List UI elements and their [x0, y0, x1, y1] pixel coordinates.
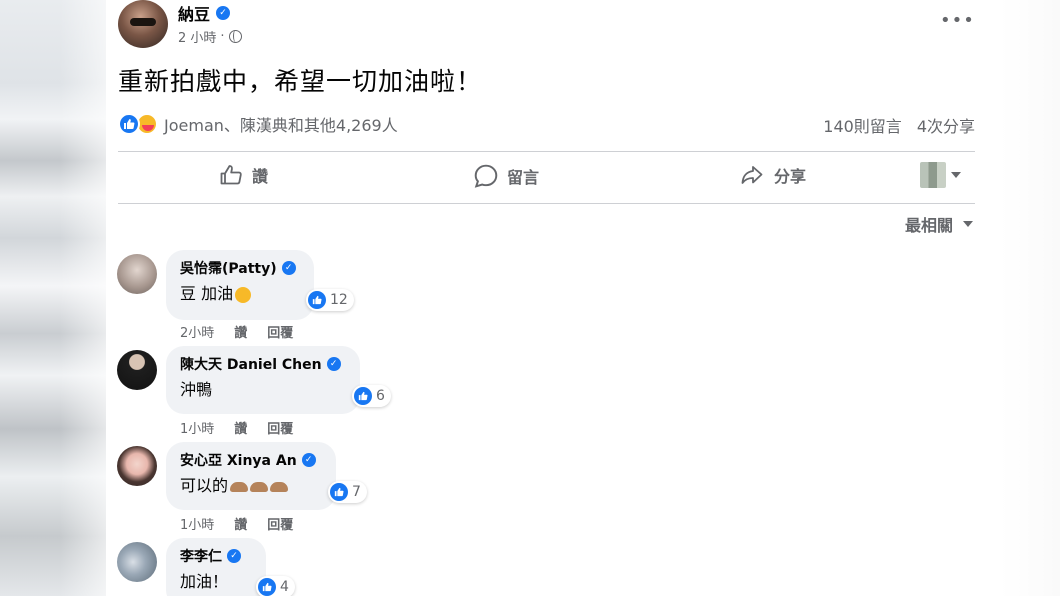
reaction-summary[interactable]: Joeman、陳漢典和其他4,269人 — [118, 112, 398, 136]
share-button[interactable]: 分享 — [738, 163, 806, 187]
like-reaction-icon — [308, 291, 326, 309]
comment-actions: 1小時 讚 回覆 — [180, 514, 293, 533]
bow-emoji-icon — [250, 481, 269, 492]
shares-count[interactable]: 4次分享 — [917, 113, 975, 137]
post-counts: 140則留言 4次分享 — [823, 113, 975, 137]
like-reaction-icon — [330, 483, 348, 501]
meta-dot: · — [220, 29, 225, 44]
comment-like-count: 6 — [376, 388, 385, 404]
like-label: 讚 — [252, 167, 269, 186]
comment-actions: 2小時 讚 回覆 — [180, 322, 293, 341]
divider — [118, 151, 975, 152]
comment-reply-button[interactable]: 回覆 — [267, 322, 293, 341]
comment-time[interactable]: 2小時 — [180, 322, 214, 341]
bow-emoji-icon — [270, 481, 289, 492]
author-avatar[interactable] — [118, 0, 168, 48]
comment-bubble: 吳怡霈(Patty) ✓ 豆 加油 — [166, 250, 314, 320]
comment-reactions[interactable]: 4 — [256, 576, 295, 596]
commenter-name[interactable]: 陳大天 Daniel Chen — [180, 354, 322, 374]
comment-bubble: 陳大天 Daniel Chen ✓ 沖鴨 — [166, 346, 360, 414]
bow-emoji-icon — [230, 481, 249, 492]
like-reaction-icon — [118, 113, 140, 135]
comment-time[interactable]: 1小時 — [180, 418, 214, 437]
comment-like-button[interactable]: 讚 — [234, 322, 247, 341]
share-icon — [741, 166, 763, 184]
share-label: 分享 — [774, 167, 807, 186]
comments-count[interactable]: 140則留言 — [823, 113, 902, 137]
commenter-avatar[interactable] — [117, 350, 157, 390]
comment-icon — [474, 164, 498, 188]
post-meta: 2 小時 · — [178, 27, 242, 46]
comment-actions: 1小時 讚 回覆 — [180, 418, 293, 437]
globe-icon — [228, 30, 242, 43]
author-name[interactable]: 納豆 — [178, 1, 210, 25]
post-time[interactable]: 2 小時 — [178, 27, 216, 46]
comment-reactions[interactable]: 6 — [352, 385, 391, 407]
verified-icon: ✓ — [227, 549, 241, 563]
caret-down-icon — [963, 221, 973, 227]
comment-text: 沖鴨 — [180, 380, 213, 399]
post-text: 重新拍戲中，希望一切加油啦！ — [118, 67, 483, 96]
right-background — [1000, 0, 1060, 596]
comment-reply-button[interactable]: 回覆 — [267, 514, 293, 533]
comment-reactions[interactable]: 7 — [328, 481, 367, 503]
comment-like-count: 4 — [280, 579, 289, 595]
divider — [118, 203, 975, 204]
comment-reactions[interactable]: 12 — [306, 289, 354, 311]
comment-reply-button[interactable]: 回覆 — [267, 418, 293, 437]
comment-time[interactable]: 1小時 — [180, 514, 214, 533]
clap-emoji-icon — [235, 286, 252, 303]
verified-icon: ✓ — [281, 261, 296, 275]
blurred-left-background — [0, 0, 106, 596]
reaction-names[interactable]: Joeman、陳漢典和其他4,269人 — [164, 112, 398, 136]
like-reaction-icon — [354, 387, 372, 405]
caret-down-icon — [951, 172, 961, 178]
comment-button[interactable]: 留言 — [473, 163, 539, 189]
comment-sort[interactable]: 最相關 — [905, 212, 973, 236]
verified-icon: ✓ — [326, 357, 341, 371]
commenter-name[interactable]: 安心亞 Xinya An — [180, 450, 297, 470]
like-reaction-icon — [258, 578, 276, 596]
comment-like-button[interactable]: 讚 — [234, 418, 247, 437]
comment-bubble: 李李仁 ✓ 加油！ — [166, 538, 266, 596]
sort-label: 最相關 — [904, 216, 953, 235]
verified-icon: ✓ — [216, 6, 231, 20]
commenter-name[interactable]: 李李仁 — [180, 546, 222, 566]
commenter-avatar[interactable] — [117, 446, 157, 486]
pixelated-avatar — [920, 162, 946, 188]
commenter-avatar[interactable] — [117, 254, 157, 294]
like-icon — [220, 165, 242, 185]
comment-bubble: 安心亞 Xinya An ✓ 可以的 — [166, 442, 336, 510]
comment-like-button[interactable]: 讚 — [234, 514, 247, 533]
comment-text: 加油！ — [180, 572, 229, 591]
comment-text: 可以的 — [180, 476, 229, 495]
more-icon[interactable]: ••• — [940, 10, 975, 31]
audience-selector[interactable] — [920, 162, 961, 188]
comment-like-count: 12 — [330, 292, 348, 308]
comment-like-count: 7 — [352, 484, 361, 500]
comment-label: 留言 — [507, 168, 540, 187]
verified-icon: ✓ — [301, 453, 316, 467]
commenter-avatar[interactable] — [117, 542, 157, 582]
like-button[interactable]: 讚 — [218, 163, 268, 187]
comment-text: 豆 加油 — [180, 284, 234, 303]
commenter-name[interactable]: 吳怡霈(Patty) — [180, 258, 277, 278]
author-header: 納豆 ✓ — [178, 1, 231, 25]
